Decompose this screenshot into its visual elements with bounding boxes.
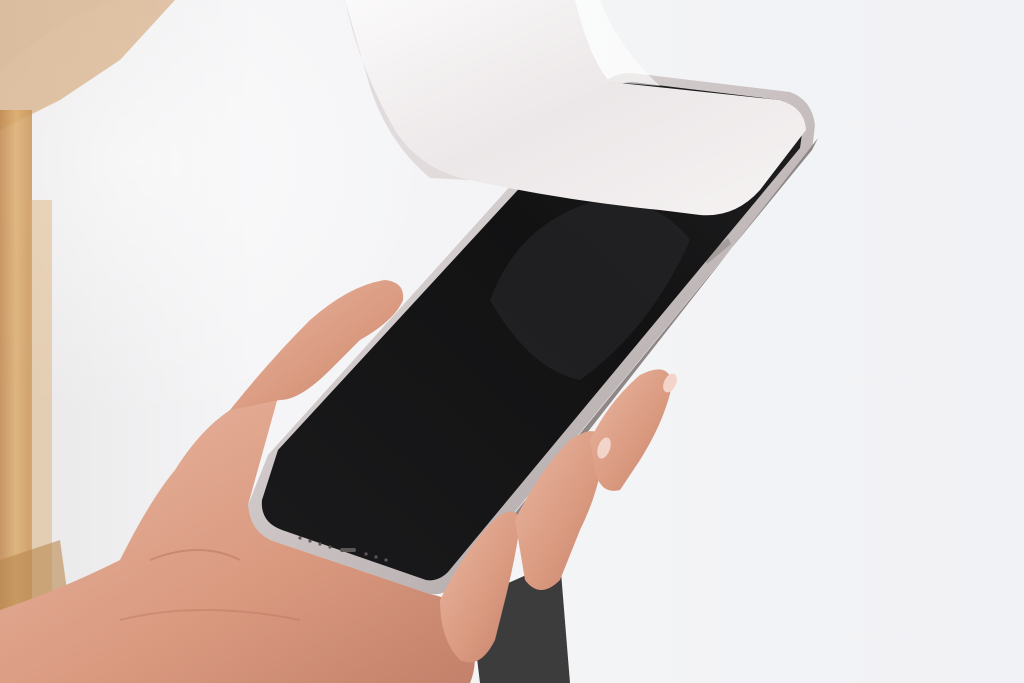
photo-illustration (0, 0, 1024, 683)
photo-scene (0, 0, 1024, 683)
